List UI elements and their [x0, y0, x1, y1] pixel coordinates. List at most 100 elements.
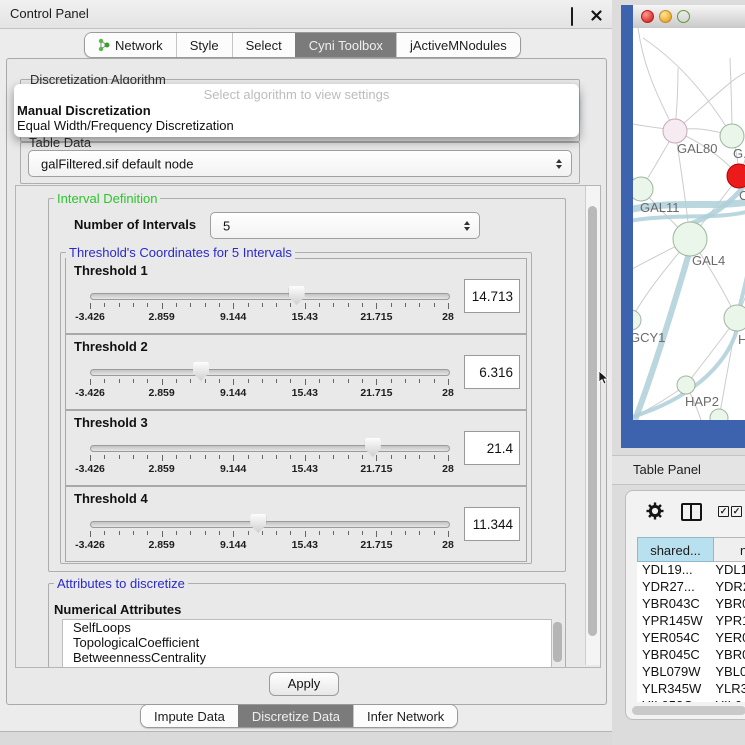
slider-tick: [348, 455, 349, 459]
network-edge[interactable]: [675, 73, 745, 131]
num-intervals-combo[interactable]: 5: [210, 212, 480, 239]
checkbox-icon[interactable]: ✓: [731, 506, 742, 517]
table-row[interactable]: YER054CYER0: [637, 630, 745, 647]
horizontal-scrollbar[interactable]: [632, 706, 745, 715]
threshold-value-field[interactable]: 21.4: [464, 431, 520, 465]
tab-discretize-data[interactable]: Discretize Data: [238, 705, 353, 727]
attributes-list-scrollbar[interactable]: [553, 622, 562, 662]
threshold-value-field[interactable]: 14.713: [464, 279, 520, 313]
tab-infer-network[interactable]: Infer Network: [353, 705, 457, 727]
network-node-green[interactable]: [633, 177, 653, 201]
network-node-green[interactable]: [710, 409, 728, 420]
network-node-pink[interactable]: [663, 119, 687, 143]
attribute-item-topologicalcoefficient[interactable]: TopologicalCoefficient: [63, 635, 551, 650]
close-icon[interactable]: [591, 8, 603, 20]
tab-select[interactable]: Select: [232, 33, 295, 57]
mac-minimize-icon[interactable]: [659, 10, 672, 23]
slider-thumb[interactable]: [250, 514, 266, 533]
slider-track[interactable]: [90, 369, 450, 376]
algorithm-option-equal-width-frequency-discretization[interactable]: Equal Width/Frequency Discretization: [14, 118, 579, 133]
cell-shared-name[interactable]: YPR145W: [637, 613, 711, 630]
scrollbar-thumb[interactable]: [588, 206, 597, 636]
network-node-green[interactable]: [720, 124, 744, 148]
cell-name[interactable]: YIL0: [711, 698, 745, 702]
network-node-label: GCY1: [633, 330, 665, 345]
threshold-value-field[interactable]: 6.316: [464, 355, 520, 389]
cell-name[interactable]: YDL1: [711, 562, 745, 579]
cell-shared-name[interactable]: YER054C: [637, 630, 711, 647]
threshold-slider[interactable]: -3.4262.8599.14415.4321.71528: [90, 359, 448, 403]
cell-name[interactable]: YBR0: [711, 647, 745, 664]
network-node-label: H: [738, 332, 745, 347]
slider-thumb[interactable]: [365, 438, 381, 457]
network-node-green[interactable]: [673, 222, 707, 256]
slider-tick: [262, 303, 263, 307]
network-node-label: GAL80: [677, 141, 717, 156]
tab-label: Cyni Toolbox: [309, 38, 383, 53]
network-edge[interactable]: [643, 38, 732, 136]
network-node-green[interactable]: [633, 310, 641, 330]
slider-track[interactable]: [90, 521, 450, 528]
attribute-item-selfloops[interactable]: SelfLoops: [63, 620, 551, 635]
tab-jactivemnodules[interactable]: jActiveMNodules: [396, 33, 520, 57]
split-columns-icon[interactable]: [681, 503, 702, 521]
threshold-slider[interactable]: -3.4262.8599.14415.4321.71528: [90, 511, 448, 555]
cell-shared-name[interactable]: YLR345W: [637, 681, 711, 698]
checkbox-icon[interactable]: ✓: [718, 506, 729, 517]
numerical-attributes-list[interactable]: SelfLoopsTopologicalCoefficientBetweenne…: [62, 619, 552, 668]
cell-shared-name[interactable]: YIL052C: [637, 698, 711, 702]
slider-track[interactable]: [90, 445, 450, 452]
slider-thumb[interactable]: [193, 362, 209, 381]
threshold-slider[interactable]: -3.4262.8599.14415.4321.71528: [90, 283, 448, 327]
settings-scroll-pane: Interval Definition Number of Intervals …: [15, 185, 601, 668]
apply-button[interactable]: Apply: [269, 672, 339, 696]
tab-cyni-toolbox[interactable]: Cyni Toolbox: [295, 33, 396, 57]
cell-name[interactable]: YBL0: [711, 664, 745, 681]
mac-close-icon[interactable]: [641, 10, 654, 23]
network-node-red[interactable]: [727, 164, 745, 188]
network-node-green[interactable]: [677, 376, 695, 394]
table-row[interactable]: YBR043CYBR0: [637, 596, 745, 613]
cell-name[interactable]: YPR1: [711, 613, 745, 630]
mac-zoom-icon[interactable]: [677, 10, 690, 23]
slider-tick: [391, 303, 392, 307]
table-row[interactable]: YDR27...YDR2: [637, 579, 745, 596]
network-canvas[interactable]: GAL80G.CGAL11GAL4GCY1HHAP2: [633, 28, 745, 420]
vertical-scrollbar[interactable]: [585, 186, 600, 665]
attribute-item-betweennesscentrality[interactable]: BetweennessCentrality: [63, 650, 551, 665]
cell-name[interactable]: YER0: [711, 630, 745, 647]
table-row[interactable]: YDL19...YDL1: [637, 562, 745, 579]
cell-name[interactable]: YLR3: [711, 681, 745, 698]
cell-name[interactable]: YBR0: [711, 596, 745, 613]
cell-shared-name[interactable]: YBR043C: [637, 596, 711, 613]
cell-shared-name[interactable]: YDL19...: [637, 562, 711, 579]
cell-shared-name[interactable]: YBL079W: [637, 664, 711, 681]
table-column-header-shared[interactable]: shared...: [637, 537, 714, 562]
float-window-icon[interactable]: [571, 8, 583, 20]
threshold-value-field[interactable]: 11.344: [464, 507, 520, 541]
threshold-slider[interactable]: -3.4262.8599.14415.4321.71528: [90, 435, 448, 479]
cell-name[interactable]: YDR2: [711, 579, 745, 596]
tab-style[interactable]: Style: [176, 33, 232, 57]
table-row[interactable]: YIL052CYIL0: [637, 698, 745, 702]
cell-shared-name[interactable]: YBR045C: [637, 647, 711, 664]
threshold-label: Threshold 1: [74, 263, 148, 278]
network-edge[interactable]: [638, 28, 675, 131]
network-edge-thick[interactable]: [740, 260, 745, 305]
gear-icon[interactable]: [645, 501, 665, 521]
tab-network[interactable]: Network: [85, 33, 176, 57]
table-column-header-name[interactable]: n: [714, 537, 745, 562]
slider-tick: [319, 303, 320, 307]
table-row[interactable]: YBR045CYBR0: [637, 647, 745, 664]
algorithm-option-manual-discretization[interactable]: Manual Discretization: [14, 103, 579, 118]
table-row[interactable]: YPR145WYPR1: [637, 613, 745, 630]
table-data-combo[interactable]: galFiltered.sif default node: [28, 150, 572, 177]
network-window-titlebar[interactable]: [633, 5, 745, 29]
table-row[interactable]: YLR345WYLR3: [637, 681, 745, 698]
network-node-green[interactable]: [724, 305, 745, 331]
cell-shared-name[interactable]: YDR27...: [637, 579, 711, 596]
table-row[interactable]: YBL079WYBL0: [637, 664, 745, 681]
tab-impute-data[interactable]: Impute Data: [141, 705, 238, 727]
slider-track[interactable]: [90, 293, 450, 300]
slider-tick: [119, 303, 120, 307]
